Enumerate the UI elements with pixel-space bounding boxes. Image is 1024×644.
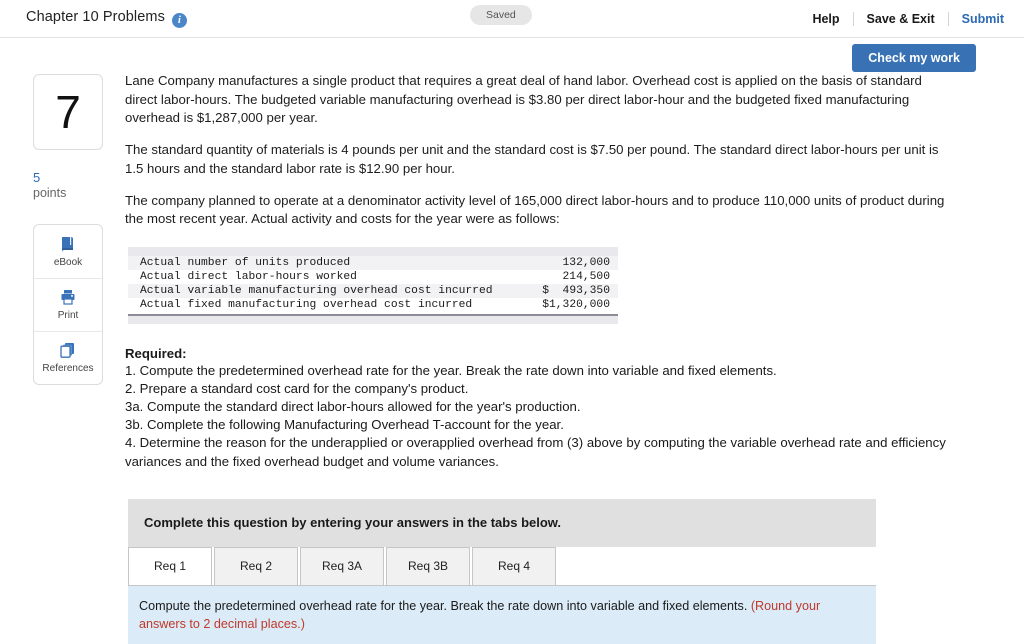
tab-req-3a[interactable]: Req 3A [300, 546, 384, 585]
tab-instruction-panel: Compute the predetermined overhead rate … [128, 584, 876, 644]
top-bar-actions: Help Save & Exit Submit [799, 0, 1004, 38]
sidebar: 7 5 points eBook Print References [0, 68, 125, 644]
actual-activity-table: Actual number of units produced 132,000 … [128, 247, 618, 325]
main-column: Lane Company manufactures a single produ… [125, 68, 1024, 644]
table-row: Actual variable manufacturing overhead c… [128, 284, 618, 299]
required-item: 4. Determine the reason for the underapp… [125, 435, 946, 469]
table-row: Actual direct labor-hours worked 214,500 [128, 270, 618, 285]
row-label: Actual variable manufacturing overhead c… [140, 285, 493, 298]
question-number-box: 7 [33, 74, 103, 150]
problem-paragraph: Lane Company manufactures a single produ… [125, 73, 922, 126]
requirement-tabs: Req 1 Req 2 Req 3A Req 3B Req 4 [128, 546, 876, 585]
row-value: $1,320,000 [542, 299, 610, 312]
tab-req-3b[interactable]: Req 3B [386, 546, 470, 585]
info-icon[interactable]: i [171, 13, 187, 28]
sidebar-item-ebook[interactable]: eBook [34, 225, 102, 278]
row-value: $ 493,350 [542, 285, 610, 298]
tab-req-4[interactable]: Req 4 [472, 546, 556, 585]
status-badge: Saved [470, 5, 532, 25]
row-label: Actual number of units produced [140, 257, 351, 270]
book-icon [59, 235, 77, 253]
answer-instruction-bar: Complete this question by entering your … [128, 498, 876, 547]
row-value: 214,500 [562, 271, 610, 284]
required-item: 3a. Compute the standard direct labor-ho… [125, 399, 581, 415]
table-header-strip [128, 247, 618, 257]
required-item: 2. Prepare a standard cost card for the … [125, 381, 469, 397]
table-footer-strip [128, 314, 618, 325]
required-heading: Required: [125, 346, 187, 362]
points-label: points [33, 186, 67, 201]
points-value: 5 [33, 170, 41, 185]
required-item: 1. Compute the predetermined overhead ra… [125, 363, 777, 379]
sidebar-item-references[interactable]: References [34, 330, 102, 384]
save-and-exit-link[interactable]: Save & Exit [852, 12, 948, 26]
row-label: Actual direct labor-hours worked [140, 271, 357, 284]
help-link[interactable]: Help [799, 12, 852, 26]
problem-paragraph: The company planned to operate at a deno… [125, 192, 945, 227]
content-area: 7 5 points eBook Print References Lane C… [0, 68, 1024, 644]
tab-req-1[interactable]: Req 1 [128, 546, 212, 585]
sidebar-item-references-label: References [42, 363, 94, 375]
submit-link[interactable]: Submit [947, 12, 1004, 26]
tab-instruction-text: Compute the predetermined overhead rate … [139, 598, 748, 613]
page-title: Chapter 10 Problems i [26, 9, 187, 28]
problem-paragraph: The standard quantity of materials is 4 … [125, 142, 939, 176]
sidebar-item-print[interactable]: Print [34, 277, 102, 331]
sidebar-item-print-label: Print [57, 310, 79, 322]
sidebar-tools: eBook Print References [33, 223, 103, 385]
copy-pages-icon [59, 341, 77, 359]
required-item: 3b. Complete the following Manufacturing… [125, 417, 564, 433]
required-section: Required: 1. Compute the predetermined o… [125, 346, 976, 470]
printer-icon [59, 288, 77, 306]
tab-req-2[interactable]: Req 2 [214, 546, 298, 585]
row-label: Actual fixed manufacturing overhead cost… [140, 299, 473, 312]
check-my-work-bar: Check my work [0, 38, 1024, 72]
page-title-text: Chapter 10 Problems [26, 9, 165, 25]
points-display: 5 points [33, 170, 125, 202]
table-row: Actual fixed manufacturing overhead cost… [128, 298, 618, 313]
sidebar-item-ebook-label: eBook [53, 256, 83, 268]
table-row: Actual number of units produced 132,000 [128, 256, 618, 271]
check-my-work-button[interactable]: Check my work [852, 44, 976, 72]
row-value: 132,000 [562, 257, 610, 270]
top-bar: Chapter 10 Problems i Saved Help Save & E… [0, 0, 1024, 38]
